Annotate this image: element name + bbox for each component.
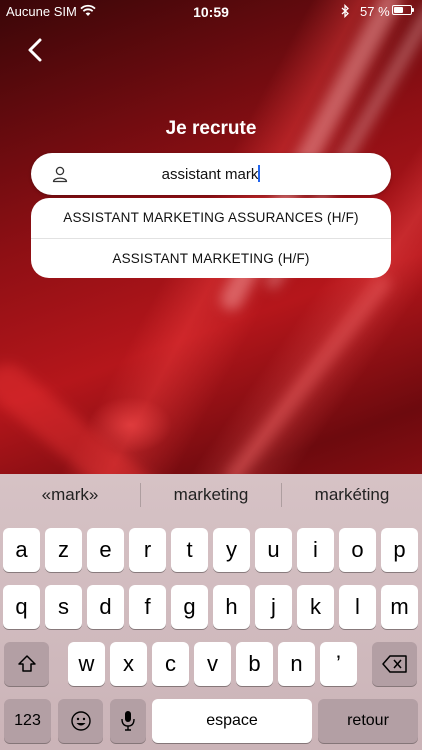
- microphone-icon: [121, 711, 135, 731]
- suggestion-list: ASSISTANT MARKETING ASSURANCES (H/F) ASS…: [31, 198, 391, 278]
- page-title: Je recrute: [165, 118, 257, 139]
- return-key[interactable]: retour: [318, 699, 418, 743]
- prediction-bar: «mark» marketing markéting: [0, 474, 422, 516]
- search-input[interactable]: assistant mark: [31, 153, 391, 195]
- status-time: 10:59: [193, 4, 229, 20]
- numbers-key[interactable]: 123: [4, 699, 51, 743]
- key[interactable]: o: [339, 528, 376, 572]
- dictation-key[interactable]: [110, 699, 146, 743]
- key[interactable]: c: [152, 642, 189, 686]
- key[interactable]: y: [213, 528, 250, 572]
- key[interactable]: u: [255, 528, 292, 572]
- search-value: assistant mark: [161, 166, 259, 183]
- key[interactable]: e: [87, 528, 124, 572]
- key[interactable]: p: [381, 528, 418, 572]
- back-chevron-icon[interactable]: [24, 36, 48, 64]
- emoji-key[interactable]: [58, 699, 103, 743]
- prediction-item[interactable]: marketing: [141, 474, 281, 516]
- key[interactable]: m: [381, 585, 418, 629]
- key[interactable]: q: [3, 585, 40, 629]
- key[interactable]: r: [129, 528, 166, 572]
- keyboard: «mark» marketing markéting a z e r t y u…: [0, 474, 422, 750]
- prediction-item[interactable]: «mark»: [0, 474, 140, 516]
- key[interactable]: b: [236, 642, 273, 686]
- suggestion-item[interactable]: ASSISTANT MARKETING (H/F): [31, 238, 391, 278]
- emoji-icon: [70, 711, 91, 731]
- key[interactable]: d: [87, 585, 124, 629]
- key[interactable]: t: [171, 528, 208, 572]
- battery-icon: [392, 5, 414, 15]
- key[interactable]: a: [3, 528, 40, 572]
- key[interactable]: x: [110, 642, 147, 686]
- backspace-key[interactable]: [372, 642, 417, 686]
- shift-icon: [17, 655, 36, 672]
- key[interactable]: n: [278, 642, 315, 686]
- battery-percent: 57 %: [360, 4, 390, 19]
- prediction-item[interactable]: markéting: [282, 474, 422, 516]
- key[interactable]: f: [129, 585, 166, 629]
- key[interactable]: l: [339, 585, 376, 629]
- search-text-wrapper: assistant mark: [31, 165, 391, 183]
- key[interactable]: g: [171, 585, 208, 629]
- suggestion-item[interactable]: ASSISTANT MARKETING ASSURANCES (H/F): [31, 198, 391, 238]
- key[interactable]: ’: [320, 642, 357, 686]
- space-key[interactable]: espace: [152, 699, 312, 743]
- key[interactable]: i: [297, 528, 334, 572]
- key[interactable]: h: [213, 585, 250, 629]
- backspace-icon: [381, 655, 407, 673]
- key[interactable]: v: [194, 642, 231, 686]
- shift-key[interactable]: [4, 642, 49, 686]
- screen: Aucune SIM 10:59 57 % Je recrute assista…: [0, 0, 422, 750]
- background-streak: [221, 272, 395, 488]
- key[interactable]: k: [297, 585, 334, 629]
- key[interactable]: s: [45, 585, 82, 629]
- key[interactable]: w: [68, 642, 105, 686]
- text-cursor: [258, 165, 261, 182]
- status-bar: Aucune SIM 10:59 57 %: [0, 0, 422, 22]
- key[interactable]: z: [45, 528, 82, 572]
- key[interactable]: j: [255, 585, 292, 629]
- bluetooth-icon: [341, 4, 349, 18]
